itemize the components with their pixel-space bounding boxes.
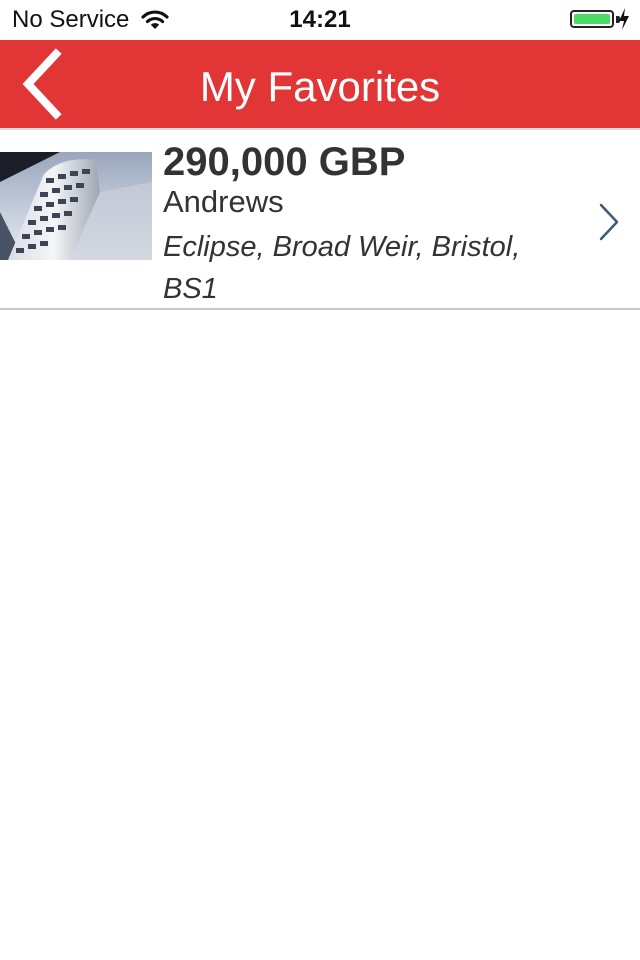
favorites-list: 290,000 GBP Andrews Eclipse, Broad Weir,… [0,128,640,310]
agent-name: Andrews [163,184,284,219]
property-address: Eclipse, Broad Weir, Bristol, BS1 [163,231,521,305]
property-price: 290,000 GBP [163,140,406,184]
property-thumbnail [0,152,152,260]
battery-icon [570,10,614,28]
nav-bar: My Favorites [0,40,640,128]
status-time: 14:21 [289,6,351,33]
status-bar: No Service 14:21 [0,0,640,40]
page-title: My Favorites [199,63,441,110]
chevron-right-icon [599,203,619,241]
battery-level [574,14,610,24]
building-photo [0,152,152,260]
charging-bolt-icon [619,8,629,30]
list-item[interactable]: 290,000 GBP Andrews Eclipse, Broad Weir,… [0,128,640,310]
